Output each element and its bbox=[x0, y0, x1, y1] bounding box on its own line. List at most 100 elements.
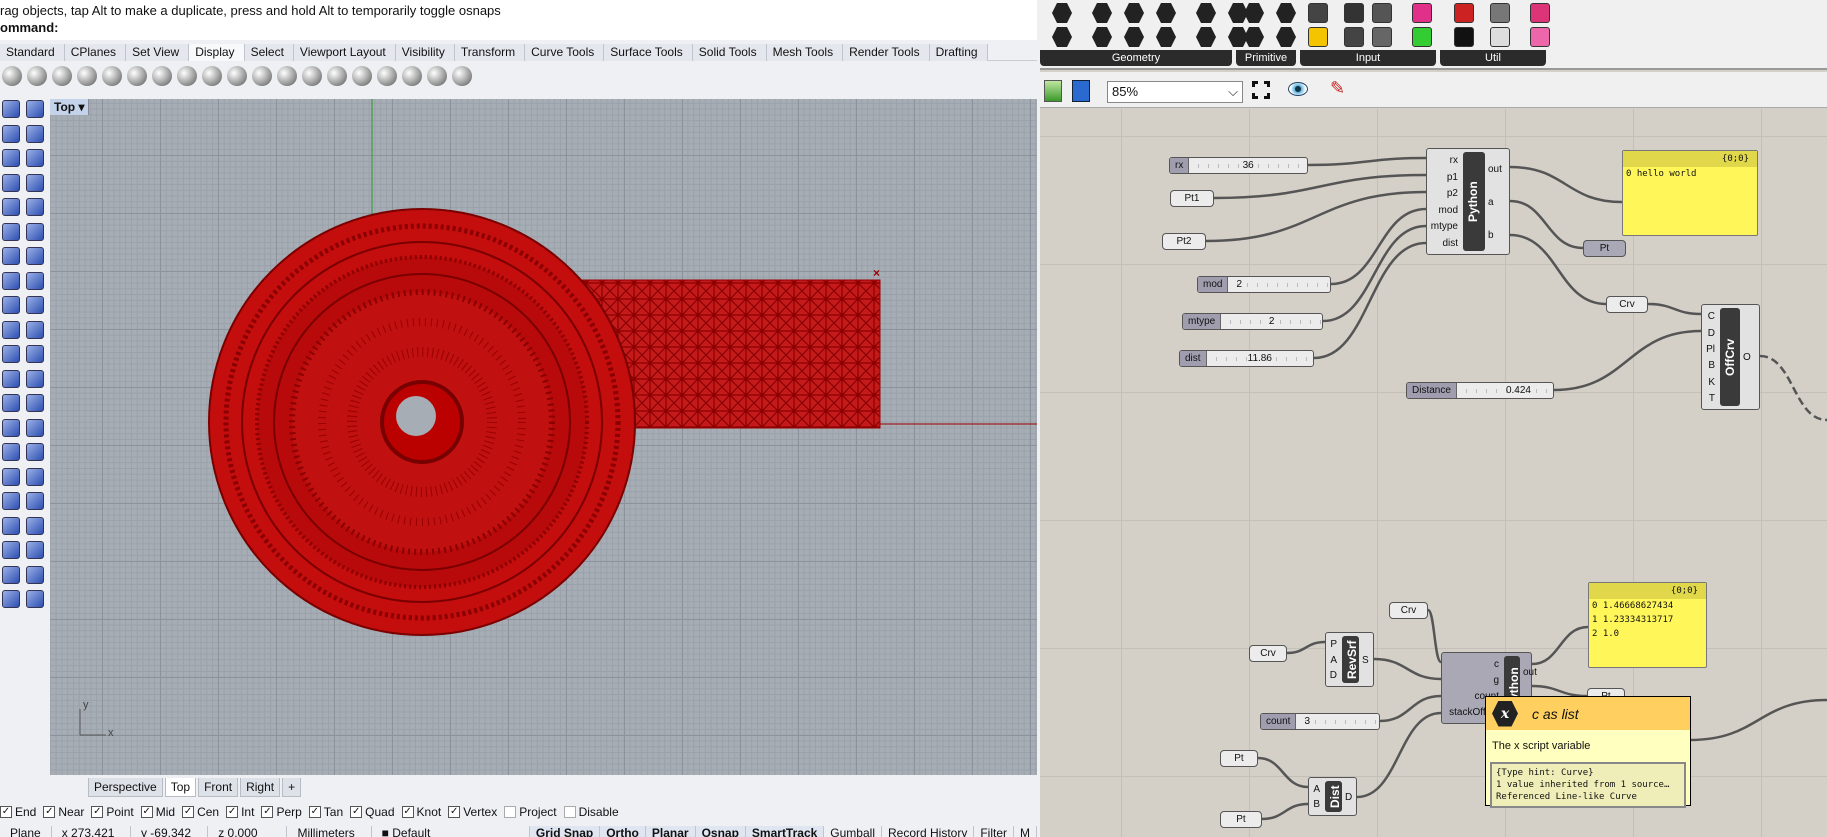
param-crv-top[interactable]: Crv bbox=[1389, 602, 1428, 619]
checkbox[interactable]: ✓ bbox=[140, 806, 153, 818]
input-d[interactable]: D bbox=[1708, 328, 1715, 340]
input-p1[interactable]: p1 bbox=[1447, 172, 1458, 184]
capture-icon[interactable] bbox=[377, 66, 397, 86]
tool-12-0-icon[interactable] bbox=[2, 394, 20, 412]
slider-mtype[interactable]: mtype 2 bbox=[1182, 313, 1323, 330]
param-crv-output[interactable]: Crv bbox=[1606, 296, 1648, 313]
tab-mesh-tools[interactable]: Mesh Tools bbox=[766, 44, 844, 61]
monitor-icon[interactable] bbox=[427, 66, 447, 86]
value-list-icon[interactable] bbox=[1372, 27, 1392, 47]
slider-dist[interactable]: dist 11.86 bbox=[1179, 350, 1314, 367]
ribbon-group-util[interactable]: Util bbox=[1440, 50, 1546, 66]
integer-param-icon[interactable] bbox=[1244, 27, 1264, 47]
checkbox[interactable]: ✓ bbox=[0, 806, 12, 818]
tool-4-1-icon[interactable] bbox=[26, 198, 44, 216]
checkbox[interactable]: ✓ bbox=[91, 806, 104, 818]
osnap-point[interactable]: ✓ Point bbox=[91, 805, 134, 819]
param-pt-a[interactable]: Pt bbox=[1220, 750, 1258, 767]
osnap-disable[interactable]: Disable bbox=[563, 805, 619, 819]
technical-icon[interactable] bbox=[127, 66, 147, 86]
tool-12-1-icon[interactable] bbox=[26, 394, 44, 412]
tool-18-0-icon[interactable] bbox=[2, 541, 20, 559]
tab-standard[interactable]: Standard bbox=[0, 44, 65, 61]
cplane-icon[interactable] bbox=[327, 66, 347, 86]
circle-param-icon[interactable] bbox=[1092, 3, 1112, 23]
output-out[interactable]: out bbox=[1523, 667, 1537, 679]
slider-rx[interactable]: rx 36 bbox=[1169, 157, 1308, 174]
toggle-smarttrack[interactable]: SmartTrack bbox=[745, 826, 825, 837]
input-a[interactable]: A bbox=[1330, 655, 1337, 667]
import-icon[interactable] bbox=[1308, 3, 1328, 23]
graph-icon[interactable] bbox=[1372, 3, 1392, 23]
tool-19-0-icon[interactable] bbox=[2, 565, 20, 584]
tool-10-1-icon[interactable] bbox=[26, 345, 44, 363]
toggle-planar[interactable]: Planar bbox=[645, 826, 696, 837]
output-o[interactable]: O bbox=[1743, 352, 1751, 364]
light-icon[interactable] bbox=[302, 66, 322, 86]
offset-curve-component[interactable]: OffCrv C D Pl B K T O bbox=[1701, 304, 1760, 410]
tab-solid-tools[interactable]: Solid Tools bbox=[692, 44, 767, 61]
command-prompt[interactable]: ommand: bbox=[0, 20, 59, 35]
arrow-outline-icon[interactable] bbox=[1490, 27, 1510, 47]
ribbon-group-input[interactable]: Input bbox=[1300, 50, 1436, 66]
tree-icon[interactable] bbox=[1454, 27, 1474, 47]
toggle-osnap[interactable]: Osnap bbox=[695, 826, 746, 837]
input-k[interactable]: K bbox=[1708, 377, 1715, 389]
plane-param-icon[interactable] bbox=[1156, 27, 1176, 47]
save-file-icon[interactable] bbox=[1072, 80, 1090, 102]
top-viewport[interactable]: Top ▾ × y x bbox=[50, 99, 1037, 775]
open-file-icon[interactable] bbox=[1044, 80, 1062, 102]
input-d[interactable]: D bbox=[1330, 670, 1337, 682]
wireframe-icon[interactable] bbox=[2, 66, 22, 86]
current-layer[interactable]: ■ Default bbox=[372, 826, 530, 837]
arrow-right-icon[interactable] bbox=[1490, 3, 1510, 23]
osnap-perp[interactable]: ✓ Perp bbox=[261, 805, 302, 819]
tool-15-1-icon[interactable] bbox=[26, 467, 44, 486]
vector-param-icon[interactable] bbox=[1052, 27, 1072, 47]
toggle-ortho[interactable]: Ortho bbox=[600, 826, 646, 837]
toggle-grid-snap[interactable]: Grid Snap bbox=[529, 826, 601, 837]
osnap-int[interactable]: ✓ Int bbox=[226, 805, 254, 819]
viewport-tab-right[interactable]: Right bbox=[240, 778, 281, 797]
viewport-tab-front[interactable]: Front bbox=[198, 778, 239, 797]
tool-14-0-icon[interactable] bbox=[2, 443, 20, 461]
tool-10-0-icon[interactable] bbox=[2, 345, 20, 363]
tab-transform[interactable]: Transform bbox=[454, 44, 526, 61]
toggle-record-history[interactable]: Record History bbox=[882, 826, 975, 837]
tool-2-1-icon[interactable] bbox=[26, 149, 44, 167]
tool-8-0-icon[interactable] bbox=[2, 296, 20, 314]
param-pt1[interactable]: Pt1 bbox=[1170, 190, 1214, 207]
tool-3-0-icon[interactable] bbox=[2, 173, 20, 192]
tool-9-1-icon[interactable] bbox=[26, 320, 44, 339]
tab-cplanes[interactable]: CPlanes bbox=[64, 44, 127, 61]
input-b[interactable]: B bbox=[1313, 799, 1320, 811]
python-component[interactable]: Python rx p1 p2 mod mtype dist out a b bbox=[1426, 148, 1510, 255]
tab-display[interactable]: Display bbox=[189, 44, 245, 61]
curve-param-icon[interactable] bbox=[1124, 3, 1144, 23]
tool-11-0-icon[interactable] bbox=[2, 369, 20, 388]
toggle-icon[interactable] bbox=[1344, 3, 1364, 23]
input-c[interactable]: C bbox=[1708, 311, 1715, 323]
tool-15-0-icon[interactable] bbox=[2, 467, 20, 486]
material-icon[interactable] bbox=[277, 66, 297, 86]
toggle-gumball[interactable]: Gumball bbox=[824, 826, 882, 837]
tool-17-0-icon[interactable] bbox=[2, 516, 20, 535]
output-d[interactable]: D bbox=[1345, 792, 1352, 804]
input-t[interactable]: T bbox=[1709, 393, 1715, 405]
tool-6-0-icon[interactable] bbox=[2, 247, 20, 265]
model-geometry[interactable]: × bbox=[50, 99, 1037, 775]
cancel-capture-icon[interactable] bbox=[402, 66, 422, 86]
input-c[interactable]: c bbox=[1494, 659, 1499, 671]
point-param-icon[interactable] bbox=[1052, 3, 1072, 23]
osnap-quad[interactable]: ✓ Quad bbox=[350, 805, 395, 819]
slider-count[interactable]: count 3 bbox=[1260, 713, 1380, 730]
checkbox[interactable]: ✓ bbox=[401, 806, 414, 818]
tool-0-1-icon[interactable] bbox=[26, 100, 44, 118]
button-icon[interactable] bbox=[1344, 27, 1364, 47]
shaded-icon[interactable] bbox=[27, 66, 47, 86]
tool-16-0-icon[interactable] bbox=[2, 492, 20, 510]
osnap-end[interactable]: ✓ End bbox=[0, 805, 36, 819]
tab-visibility[interactable]: Visibility bbox=[395, 44, 455, 61]
tool-5-1-icon[interactable] bbox=[26, 222, 44, 241]
panel-values[interactable]: {0;0} 0 1.46668627434 1 1.23334313717 2 1.0 bbox=[1588, 582, 1707, 668]
